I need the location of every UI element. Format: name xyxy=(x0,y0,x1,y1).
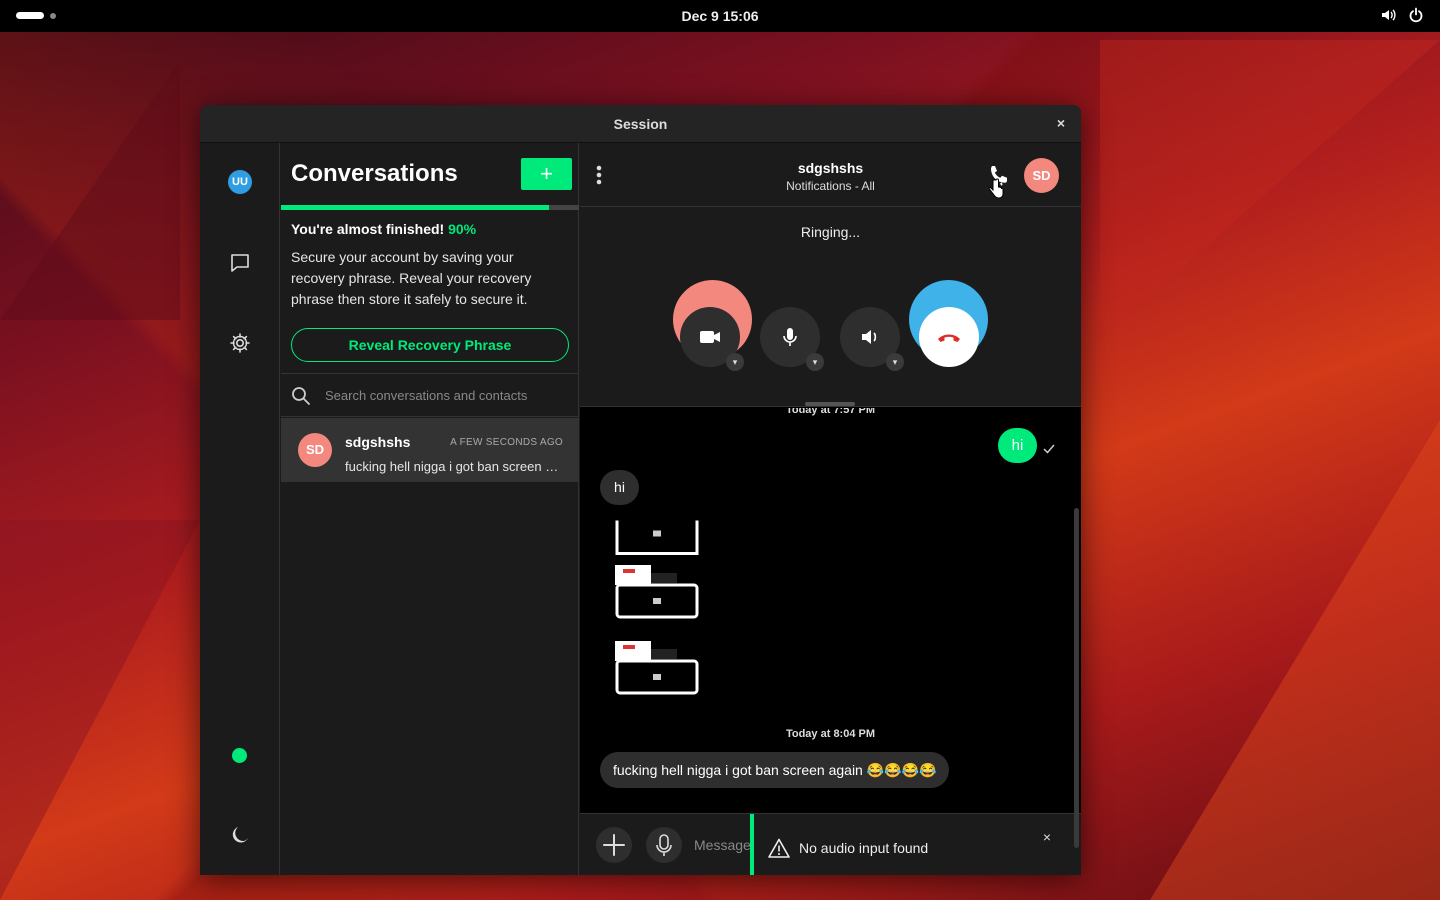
onboarding-card: You're almost finished! 90% Secure your … xyxy=(291,221,571,310)
conversation-name: sdgshshs xyxy=(345,434,411,450)
video-options-caret[interactable]: ▾ xyxy=(726,353,744,371)
power-icon[interactable] xyxy=(1408,7,1424,23)
wallpaper-shard xyxy=(0,520,200,900)
avatar: SD xyxy=(298,433,332,467)
speaker-toggle-button[interactable]: ▾ xyxy=(840,307,904,371)
system-clock[interactable]: Dec 9 15:06 xyxy=(0,8,1440,24)
page-title: Conversations xyxy=(291,160,458,187)
user-avatar[interactable]: UU xyxy=(228,170,252,194)
new-conversation-button[interactable]: + xyxy=(521,158,572,190)
incoming-message[interactable]: fucking hell nigga i got ban screen agai… xyxy=(600,752,950,788)
video-camera-icon xyxy=(700,331,720,343)
toast-close-button[interactable]: × xyxy=(1040,830,1054,844)
onboarding-headline-text: You're almost finished! xyxy=(291,221,445,237)
microphone-options-caret[interactable]: ▾ xyxy=(806,353,824,371)
onboarding-progress-bar xyxy=(281,205,579,210)
image-attachment[interactable] xyxy=(615,565,699,620)
conversations-icon[interactable] xyxy=(229,252,251,274)
search-bar xyxy=(281,373,579,417)
image-attachment[interactable] xyxy=(615,513,699,568)
microphone-icon xyxy=(783,328,797,346)
conversations-panel: Conversations + You're almost finished! … xyxy=(281,143,579,875)
onboarding-body: Secure your account by saving your recov… xyxy=(291,249,532,307)
image-attachment[interactable] xyxy=(615,641,699,696)
chat-pane: sdgshshs Notifications - All SD Ringing.… xyxy=(580,143,1081,875)
session-window: Session × UU Conversations + You're almo… xyxy=(200,105,1081,875)
moon-icon[interactable] xyxy=(229,824,251,846)
hand-cursor-icon xyxy=(988,178,1004,199)
plus-icon xyxy=(603,834,625,856)
message-scrollbar[interactable] xyxy=(1074,508,1079,848)
wallpaper-shard xyxy=(1150,420,1440,900)
online-status-dot xyxy=(232,748,247,763)
hang-up-button[interactable] xyxy=(919,307,979,367)
window-titlebar[interactable]: Session × xyxy=(200,105,1081,143)
system-tray[interactable] xyxy=(1380,7,1424,23)
speaker-options-caret[interactable]: ▾ xyxy=(886,353,904,371)
conversation-timestamp: A FEW SECONDS AGO xyxy=(450,437,563,448)
date-separator: Today at 7:57 PM xyxy=(785,408,876,416)
system-top-bar: Dec 9 15:06 xyxy=(0,0,1440,32)
settings-icon[interactable] xyxy=(229,332,251,354)
toast-notification: No audio input found × xyxy=(750,814,1062,875)
onboarding-headline: You're almost finished! 90% xyxy=(291,221,571,237)
call-panel: Ringing... ▾ ▾ ▾ xyxy=(580,207,1081,407)
contact-avatar[interactable]: SD xyxy=(1024,158,1059,193)
left-rail: UU xyxy=(200,143,280,875)
call-panel-resize-handle[interactable] xyxy=(805,402,855,406)
window-close-button[interactable]: × xyxy=(1053,115,1069,131)
wallpaper-shard xyxy=(0,60,180,320)
conversation-list-item[interactable]: SD sdgshshs A FEW SECONDS AGO fucking he… xyxy=(281,418,579,482)
date-separator: Today at 8:04 PM xyxy=(785,728,876,740)
chat-header: sdgshshs Notifications - All SD xyxy=(580,143,1081,207)
window-title: Session xyxy=(613,116,668,132)
voice-message-button[interactable] xyxy=(646,827,682,863)
incoming-message[interactable]: hi xyxy=(600,470,639,505)
microphone-icon xyxy=(656,834,672,856)
wallpaper-shard xyxy=(1100,40,1440,340)
volume-icon[interactable] xyxy=(1380,7,1396,23)
hang-up-icon xyxy=(938,334,960,342)
attachment-button[interactable] xyxy=(596,827,632,863)
toast-message: No audio input found xyxy=(799,840,929,856)
onboarding-progress-fill xyxy=(281,205,550,210)
search-icon xyxy=(291,386,311,406)
conversations-header: Conversations + xyxy=(281,143,578,205)
speaker-icon xyxy=(862,330,877,344)
reveal-recovery-phrase-button[interactable]: Reveal Recovery Phrase xyxy=(291,328,569,362)
video-toggle-button[interactable]: ▾ xyxy=(680,307,744,371)
message-list: Today at 7:57 PM hi hi Today at 8:04 PM … xyxy=(580,408,1081,808)
call-status: Ringing... xyxy=(800,224,861,240)
conversation-preview: fucking hell nigga i got ban screen agai… xyxy=(345,459,565,474)
microphone-toggle-button[interactable]: ▾ xyxy=(760,307,824,371)
onboarding-percent: 90% xyxy=(448,221,477,237)
read-check-icon xyxy=(1043,441,1055,454)
warning-icon xyxy=(768,838,790,858)
outgoing-message[interactable]: hi xyxy=(998,428,1037,463)
search-input[interactable] xyxy=(325,382,565,408)
